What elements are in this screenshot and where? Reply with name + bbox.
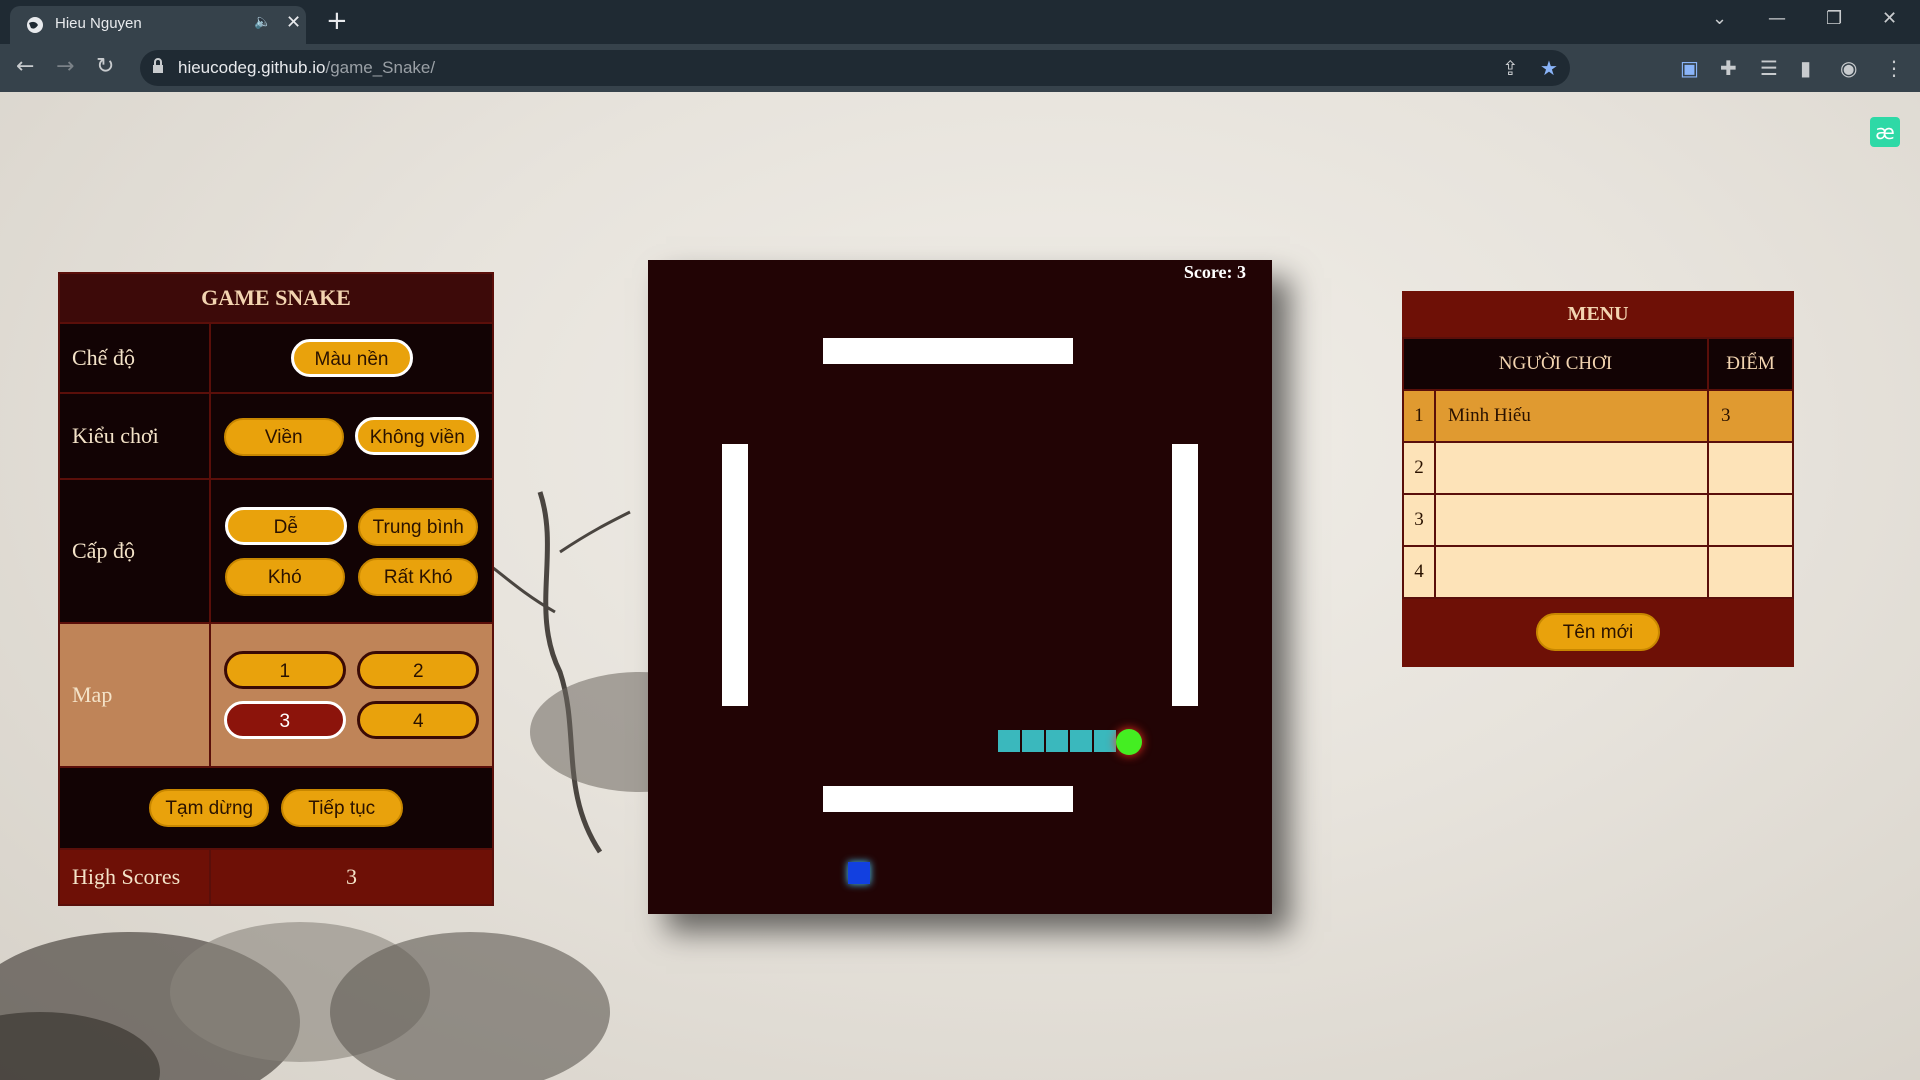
globe-icon	[27, 17, 43, 33]
snake-segment	[1022, 730, 1044, 752]
close-tab-icon[interactable]: ✕	[286, 12, 301, 33]
high-scores-value: 3	[209, 848, 494, 906]
snake-segment	[998, 730, 1020, 752]
extensions-puzzle-icon[interactable]: ✚	[1720, 56, 1737, 80]
url-text: hieucodeg.github.io/game_Snake/	[178, 58, 435, 78]
level-medium-button[interactable]: Trung bình	[358, 507, 479, 546]
level-label: Cấp độ	[58, 478, 211, 624]
profile-avatar-icon[interactable]: ◉	[1840, 56, 1857, 80]
wall-right	[1172, 444, 1198, 706]
share-icon[interactable]: ⇪	[1502, 56, 1519, 80]
speaker-icon[interactable]: 🔈	[254, 14, 271, 30]
level-hard-button[interactable]: Khó	[224, 557, 345, 596]
browser-tab[interactable]: Hieu Nguyen 🔈 ✕	[10, 6, 306, 44]
rank-cell: 2	[1402, 441, 1436, 495]
map-2-button[interactable]: 2	[357, 651, 480, 689]
menu-panel: MENU NGƯỜI CHƠI ĐIỂM 1 Minh Hiếu 3 2 3 4…	[1402, 291, 1794, 667]
snake-head	[1116, 729, 1142, 755]
mode-label: Chế độ	[58, 322, 211, 394]
score-column-header: ĐIỂM	[1707, 337, 1794, 391]
map-1-button[interactable]: 1	[223, 651, 346, 689]
table-row: 4	[1402, 545, 1794, 599]
background-color-button[interactable]: Màu nền	[290, 339, 413, 377]
restore-icon[interactable]: ❐	[1826, 8, 1842, 29]
high-scores-label: High Scores	[58, 848, 211, 906]
score-cell	[1707, 493, 1794, 547]
level-easy-button[interactable]: Dễ	[224, 506, 347, 545]
player-name-cell	[1434, 493, 1709, 547]
score-cell: 3	[1707, 389, 1794, 443]
rank-cell: 1	[1402, 389, 1436, 443]
snake-segment	[1094, 730, 1116, 752]
side-panel-icon[interactable]: ▮	[1800, 56, 1811, 80]
player-name-cell	[1434, 441, 1709, 495]
lock-icon	[153, 58, 163, 73]
url-host: hieucodeg.github.io	[178, 58, 326, 77]
resume-button[interactable]: Tiếp tục	[280, 789, 403, 827]
new-name-button[interactable]: Tên mới	[1536, 613, 1660, 651]
wall-top	[823, 338, 1073, 364]
menu-dots-icon[interactable]: ⋮	[1884, 56, 1904, 80]
url-path: /game_Snake/	[325, 58, 436, 77]
score-display: Score: 3	[1183, 262, 1246, 282]
rank-cell: 3	[1402, 493, 1436, 547]
browser-tab-bar: Hieu Nguyen 🔈 ✕ + ⌄ — ❐ ✕	[0, 0, 1920, 44]
player-name-cell: Minh Hiếu	[1434, 389, 1709, 443]
table-row: 3	[1402, 493, 1794, 547]
map-3-button[interactable]: 3	[223, 701, 346, 739]
new-tab-icon[interactable]: +	[326, 6, 348, 36]
table-row: 2	[1402, 441, 1794, 495]
tab-title: Hieu Nguyen	[55, 15, 142, 32]
translate-extension-icon[interactable]: ▣	[1680, 56, 1699, 80]
level-very-hard-button[interactable]: Rất Khó	[358, 557, 479, 596]
control-panel: GAME SNAKE Chế độ Màu nền Kiểu chơi Viền…	[58, 272, 494, 906]
reload-icon[interactable]: ↻	[96, 54, 114, 79]
snake-segment	[1046, 730, 1068, 752]
player-column-header: NGƯỜI CHƠI	[1402, 337, 1709, 391]
game-canvas[interactable]: Score: 3	[648, 260, 1272, 914]
browser-toolbar: ← → ↻ hieucodeg.github.io/game_Snake/ ⇪ …	[0, 44, 1920, 92]
no-border-mode-button[interactable]: Không viền	[355, 416, 480, 455]
minimize-icon[interactable]: —	[1768, 8, 1786, 29]
close-window-icon[interactable]: ✕	[1882, 8, 1897, 29]
tab-search-icon[interactable]: ⌄	[1712, 8, 1727, 29]
back-icon[interactable]: ←	[16, 54, 34, 79]
food-block	[848, 862, 870, 884]
map-label: Map	[58, 622, 211, 768]
panel-title: GAME SNAKE	[58, 272, 494, 324]
border-mode-button[interactable]: Viền	[223, 417, 344, 456]
wall-left	[722, 444, 748, 706]
bookmark-star-icon[interactable]: ★	[1540, 56, 1558, 80]
player-name-cell	[1434, 545, 1709, 599]
forward-icon[interactable]: →	[56, 54, 74, 79]
pause-button[interactable]: Tạm dừng	[149, 789, 270, 827]
menu-title: MENU	[1567, 303, 1629, 325]
play-style-label: Kiểu chơi	[58, 392, 211, 480]
score-cell	[1707, 441, 1794, 495]
wall-bottom	[823, 786, 1073, 812]
map-4-button[interactable]: 4	[357, 701, 480, 739]
snake-segment	[1070, 730, 1092, 752]
extension-badge-icon[interactable]: æ	[1870, 117, 1900, 147]
media-queue-icon[interactable]: ☰	[1760, 56, 1778, 80]
score-cell	[1707, 545, 1794, 599]
address-bar[interactable]: hieucodeg.github.io/game_Snake/ ⇪ ★	[140, 50, 1570, 86]
rank-cell: 4	[1402, 545, 1436, 599]
table-row: 1 Minh Hiếu 3	[1402, 389, 1794, 443]
